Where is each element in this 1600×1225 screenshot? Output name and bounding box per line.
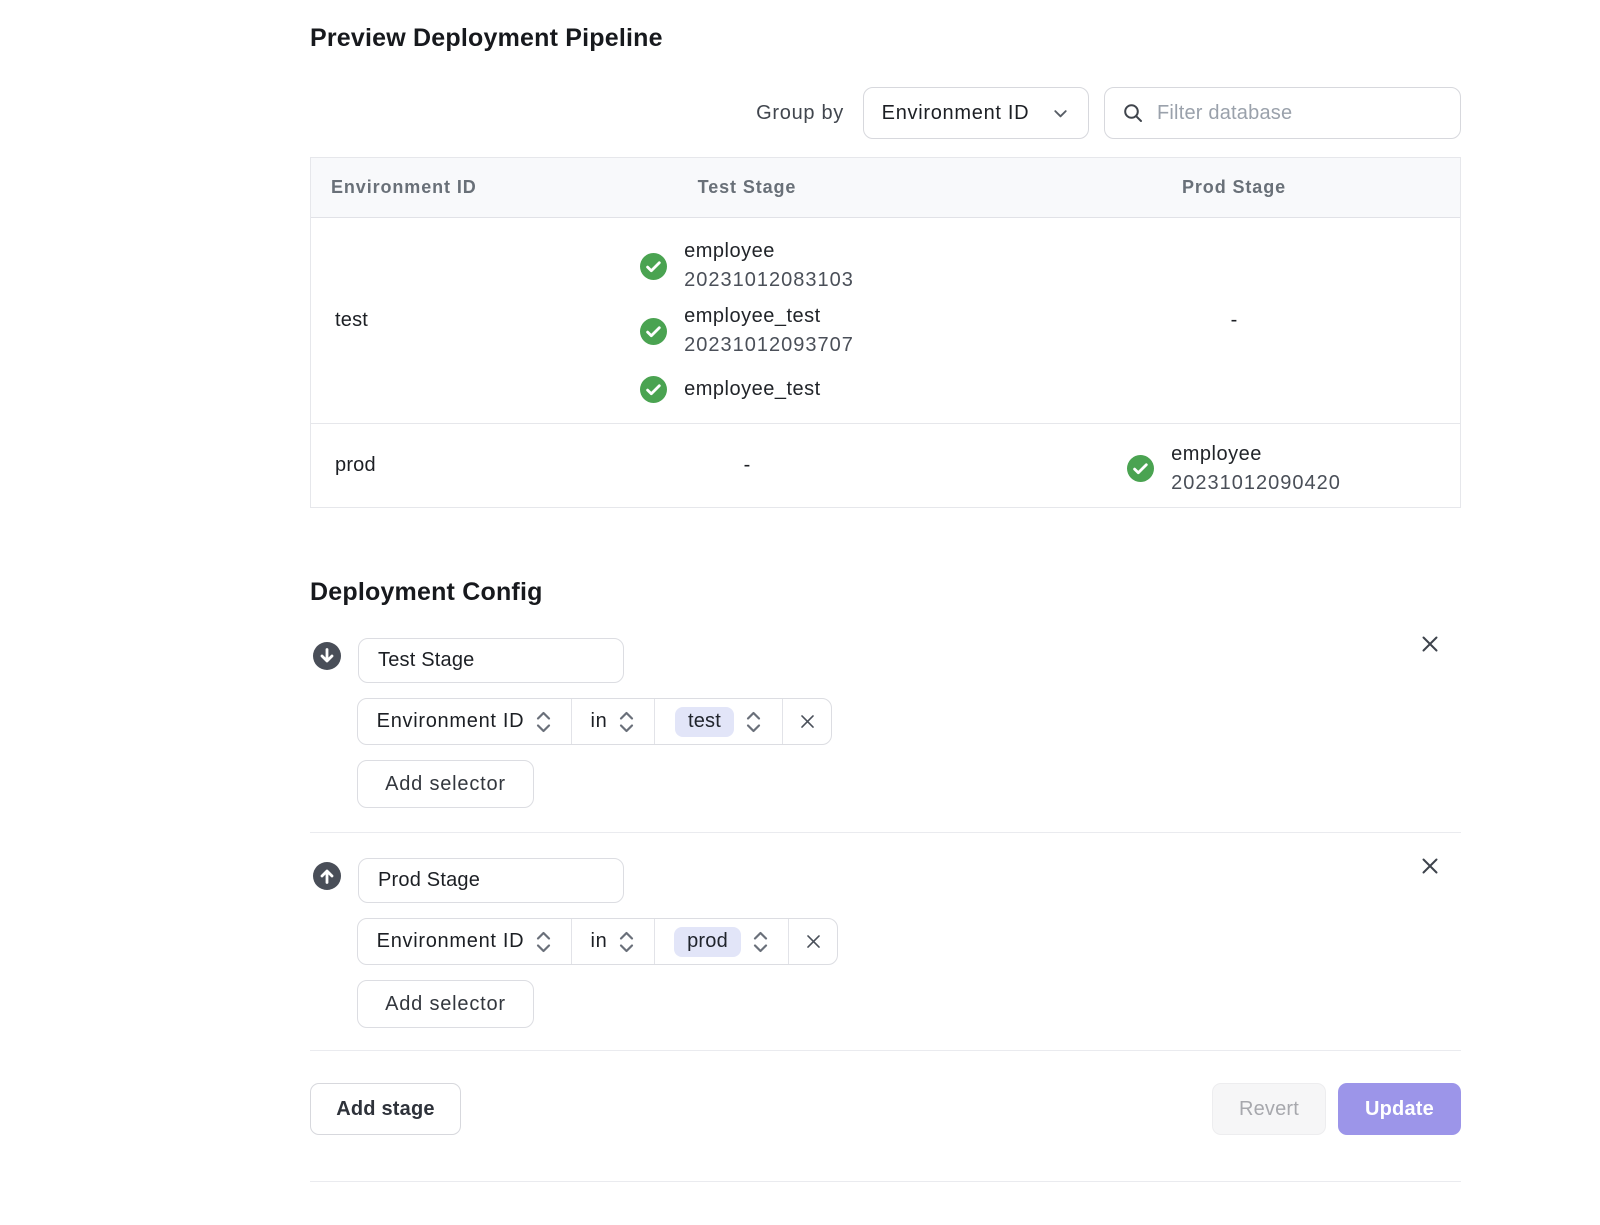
deployment-pipeline-page: Preview Deployment Pipeline Group by Env…: [310, 25, 1461, 1182]
page-title: Preview Deployment Pipeline: [310, 25, 1461, 52]
database-stack: employee 20231012090420: [1127, 440, 1341, 498]
filter-database-field: [1104, 87, 1461, 139]
stage-name-input[interactable]: Test Stage: [358, 638, 624, 683]
test-stage-cell: employee 20231012083103 employee_test 20…: [511, 218, 983, 423]
add-stage-button[interactable]: Add stage: [310, 1083, 461, 1135]
stage-block-test: Test Stage Environment ID in test: [310, 638, 1461, 808]
environment-id-cell: prod: [311, 424, 511, 507]
database-name: employee: [1171, 440, 1262, 469]
chevron-up-down-icon: [752, 930, 769, 954]
remove-stage-button[interactable]: [1414, 628, 1446, 660]
check-circle-icon: [1127, 455, 1154, 482]
chevron-down-icon: [1051, 104, 1070, 123]
chevron-up-down-icon: [535, 930, 552, 954]
database-item: employee_test 20231012093707: [640, 302, 854, 360]
database-name: employee_test: [684, 375, 821, 404]
table-row-test: test employee 20231012083103 employee_te…: [311, 218, 1460, 423]
footer-divider: [310, 1050, 1461, 1051]
arrow-up-circle-icon: [313, 862, 341, 890]
group-by-selected-value: Environment ID: [882, 102, 1030, 125]
table-controls: Group by Environment ID: [310, 87, 1461, 139]
database-version: 20231012083103: [684, 266, 854, 295]
stage-block-prod: Prod Stage Environment ID in prod: [310, 858, 1461, 1028]
table-row-prod: prod - employee 20231012090420: [311, 423, 1460, 507]
pipeline-table-header: Environment ID Test Stage Prod Stage: [311, 158, 1460, 218]
close-icon: [1420, 634, 1440, 654]
selector-operator-select[interactable]: in: [571, 919, 654, 964]
revert-button[interactable]: Revert: [1212, 1083, 1326, 1135]
selector-value-select[interactable]: test: [654, 699, 782, 744]
chevron-up-down-icon: [535, 710, 552, 734]
environment-id-cell: test: [311, 218, 511, 423]
column-header-prod-stage: Prod Stage: [983, 158, 1461, 217]
database-item: employee_test: [640, 375, 821, 404]
add-selector-button[interactable]: Add selector: [357, 760, 534, 808]
filter-database-input[interactable]: [1157, 88, 1460, 138]
column-header-test-stage: Test Stage: [511, 158, 983, 217]
check-circle-icon: [640, 253, 667, 280]
deployment-config-section: Deployment Config Test Stage Environment…: [310, 579, 1461, 1182]
database-name: employee: [684, 237, 775, 266]
prod-stage-cell: employee 20231012090420: [983, 424, 1461, 507]
search-icon: [1122, 102, 1144, 124]
chevron-up-down-icon: [618, 710, 635, 734]
database-name: employee_test: [684, 302, 821, 331]
selector-value-badge: prod: [674, 927, 741, 957]
label-selector: Environment ID in test: [357, 698, 832, 745]
stage-divider: [310, 832, 1461, 833]
add-selector-button[interactable]: Add selector: [357, 980, 534, 1028]
database-version: 20231012090420: [1171, 469, 1341, 498]
remove-selector-button[interactable]: [788, 919, 837, 964]
database-item: employee 20231012083103: [640, 237, 854, 295]
bottom-divider: [310, 1181, 1461, 1182]
close-icon: [799, 713, 816, 730]
selector-key-select[interactable]: Environment ID: [358, 699, 571, 744]
chevron-up-down-icon: [618, 930, 635, 954]
column-header-environment-id: Environment ID: [311, 158, 511, 217]
check-circle-icon: [640, 376, 667, 403]
close-icon: [805, 933, 822, 950]
prod-stage-cell-empty: -: [983, 218, 1461, 423]
remove-selector-button[interactable]: [782, 699, 831, 744]
selector-value-select[interactable]: prod: [654, 919, 788, 964]
selector-value-badge: test: [675, 707, 734, 737]
close-icon: [1420, 856, 1440, 876]
group-by-select[interactable]: Environment ID: [863, 87, 1089, 139]
selector-key-select[interactable]: Environment ID: [358, 919, 571, 964]
test-stage-cell-empty: -: [511, 424, 983, 507]
database-stack: employee 20231012083103 employee_test 20…: [640, 237, 854, 404]
stage-name-input[interactable]: Prod Stage: [358, 858, 624, 903]
deployment-config-title: Deployment Config: [310, 579, 1461, 605]
config-footer: Add stage Revert Update: [310, 1083, 1461, 1135]
remove-stage-button[interactable]: [1414, 850, 1446, 882]
pipeline-table: Environment ID Test Stage Prod Stage tes…: [310, 157, 1461, 508]
update-button[interactable]: Update: [1338, 1083, 1461, 1135]
arrow-down-circle-icon: [313, 642, 341, 670]
check-circle-icon: [640, 318, 667, 345]
database-version: 20231012093707: [684, 331, 854, 360]
label-selector: Environment ID in prod: [357, 918, 838, 965]
database-item: employee 20231012090420: [1127, 440, 1341, 498]
selector-operator-select[interactable]: in: [571, 699, 654, 744]
chevron-up-down-icon: [745, 710, 762, 734]
group-by-label: Group by: [756, 102, 844, 125]
